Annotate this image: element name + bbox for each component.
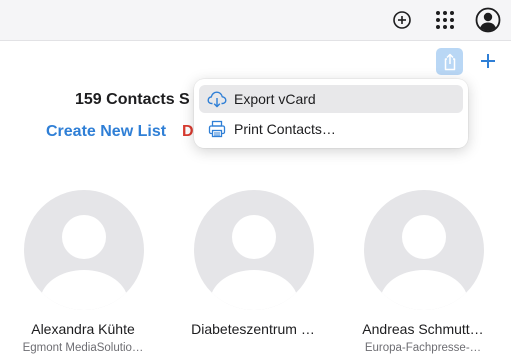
avatar-placeholder-icon <box>364 190 484 310</box>
contacts-page: 159 Contacts S Create New List D Export … <box>0 0 511 363</box>
plus-circle-icon[interactable] <box>389 7 415 33</box>
contact-company: Egmont MediaSolutio… <box>22 342 144 354</box>
contact-name: Andreas Schmutt… <box>362 321 484 337</box>
top-toolbar <box>0 0 511 41</box>
contact-name: Alexandra Kühte <box>31 321 135 337</box>
contact-card[interactable]: Alexandra Kühte Egmont MediaSolutio… <box>8 190 158 363</box>
printer-icon <box>207 119 227 139</box>
contact-card[interactable]: Diabeteszentrum … <box>178 190 328 363</box>
plus-icon <box>481 54 495 68</box>
share-icon <box>444 53 455 70</box>
app-grid-icon[interactable] <box>432 7 458 33</box>
account-circle-icon[interactable] <box>475 7 501 33</box>
create-new-list-link[interactable]: Create New List <box>46 123 166 141</box>
share-menu: Export vCard Print Contacts… <box>194 79 468 148</box>
contacts-count-title: 159 Contacts S <box>75 91 190 108</box>
avatar-placeholder-icon <box>194 190 314 310</box>
menu-item-export-vcard[interactable]: Export vCard <box>199 85 463 113</box>
delete-link[interactable]: D <box>182 123 194 141</box>
contact-card[interactable]: Andreas Schmutt… Europa-Fachpresse-… <box>348 190 498 363</box>
cloud-download-icon <box>207 89 227 109</box>
menu-item-label: Print Contacts… <box>234 121 336 137</box>
avatar-placeholder-icon <box>24 190 144 310</box>
menu-item-print-contacts[interactable]: Print Contacts… <box>199 115 463 143</box>
new-contact-button[interactable] <box>477 50 499 72</box>
contact-company: Europa-Fachpresse-… <box>364 342 482 354</box>
menu-item-label: Export vCard <box>234 91 316 107</box>
share-button[interactable] <box>436 48 463 75</box>
contact-name: Diabeteszentrum … <box>191 321 315 337</box>
